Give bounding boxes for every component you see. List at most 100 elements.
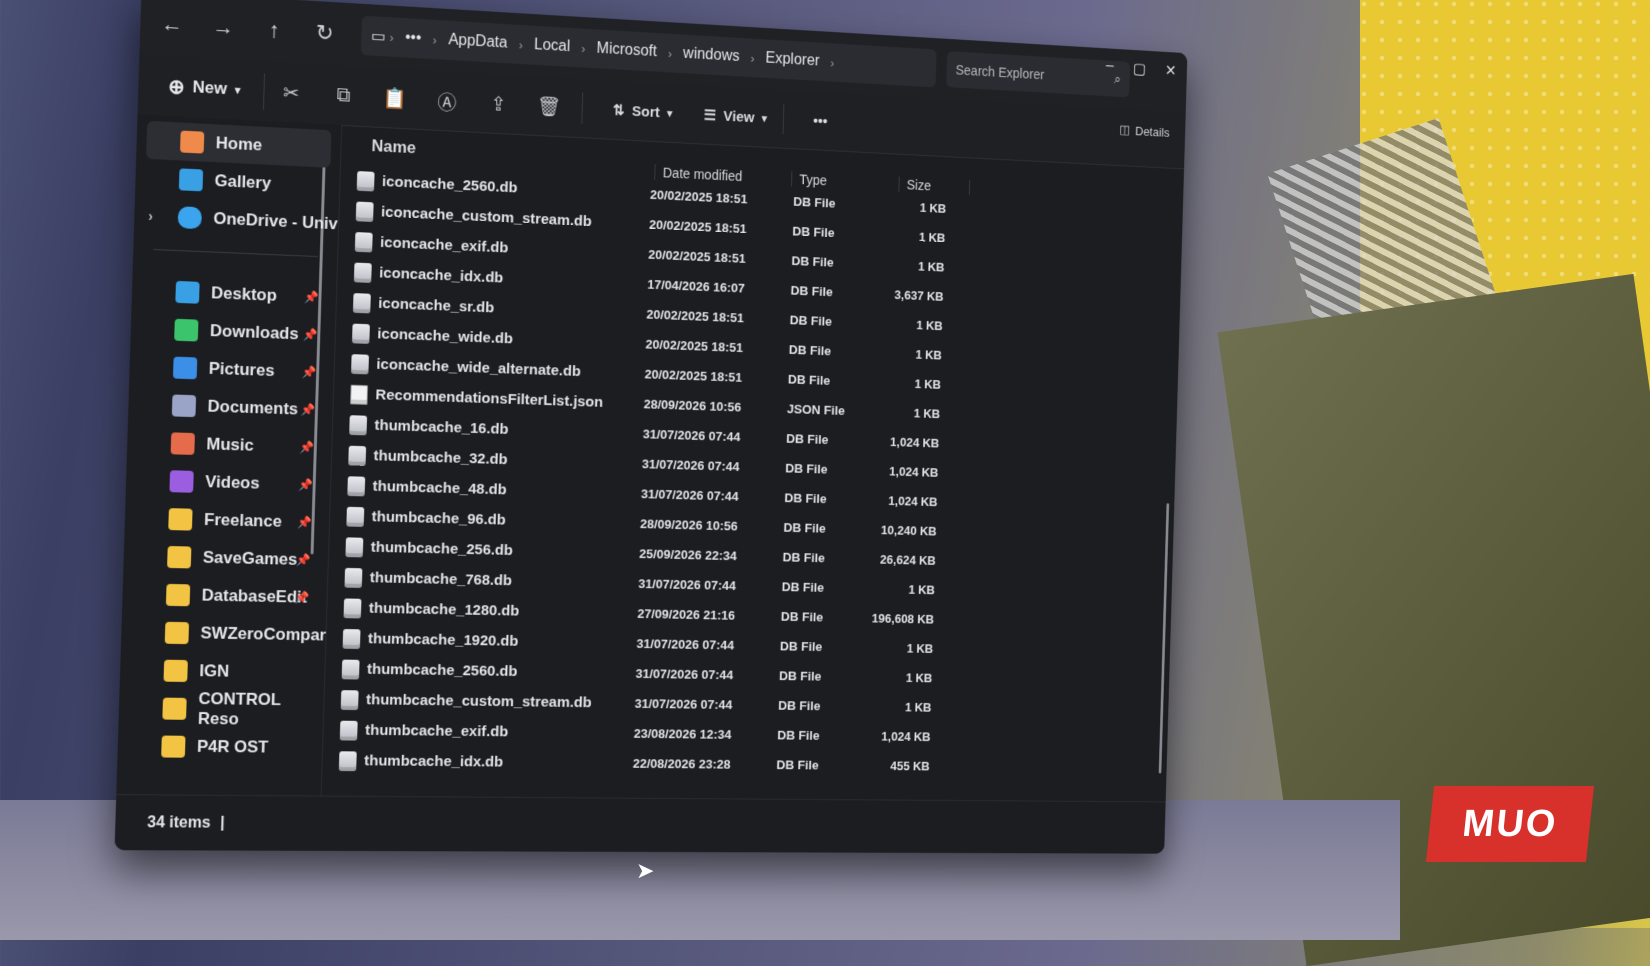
file-name: RecommendationsFilterList.json: [375, 385, 604, 411]
file-size: 455 KB: [890, 758, 930, 774]
database-file-icon: [352, 292, 371, 313]
pin-icon[interactable]: 📌: [297, 515, 312, 529]
pin-icon[interactable]: 📌: [299, 440, 314, 454]
sort-icon: ⇅: [612, 102, 625, 120]
chevron-right-icon: ›: [432, 32, 438, 47]
sidebar-item-documents[interactable]: Documents 📌: [128, 385, 333, 429]
details-pane-button[interactable]: ◫ Details: [1119, 122, 1170, 140]
text-cursor: |: [220, 814, 225, 832]
sidebar-item-swzerocompar[interactable]: SWZeroCompar: [121, 613, 326, 654]
sidebar-item-ign[interactable]: IGN: [120, 651, 325, 692]
breadcrumb-appdata[interactable]: AppData: [448, 32, 508, 53]
file-size: 1 KB: [908, 582, 936, 598]
sort-label: Sort: [631, 102, 661, 121]
cut-icon[interactable]: ✂: [264, 79, 317, 107]
plus-circle-icon: ⊕: [167, 75, 186, 99]
search-placeholder: Search Explorer: [955, 62, 1045, 83]
chevron-right-icon[interactable]: ›: [148, 208, 153, 224]
share-icon[interactable]: ⇪: [472, 90, 524, 117]
sidebar-item-videos[interactable]: Videos 📌: [126, 461, 331, 504]
file-name: thumbcache_256.db: [370, 538, 514, 559]
pin-icon[interactable]: 📌: [303, 328, 318, 342]
sidebar-item-databaseedit[interactable]: DatabaseEdit 📌: [122, 575, 327, 617]
maximize-icon[interactable]: ▢: [1133, 59, 1147, 78]
library-folder-icon: [170, 432, 195, 455]
sidebar-item-label: CONTROL Reso: [197, 689, 281, 729]
file-type: DB File: [783, 520, 826, 536]
new-label: New: [192, 77, 228, 99]
chevron-right-icon: ›: [389, 29, 394, 45]
home-icon: [179, 130, 205, 154]
file-date-modified: 31/07/2026 07:44: [636, 636, 735, 653]
search-box[interactable]: Search Explorer ⌕: [946, 51, 1131, 98]
sidebar-item-label: P4R OST: [196, 736, 269, 757]
pin-icon[interactable]: 📌: [300, 403, 315, 417]
file-date-modified: 22/08/2026 23:28: [632, 756, 731, 772]
new-button[interactable]: ⊕ New ▾: [157, 67, 266, 110]
sidebar-item-p4r-ost[interactable]: P4R OST: [117, 727, 322, 767]
refresh-icon[interactable]: ↻: [305, 12, 345, 54]
more-options-button[interactable]: •••: [804, 112, 837, 130]
file-date-modified: 31/07/2026 07:44: [634, 696, 733, 712]
pin-icon[interactable]: 📌: [298, 478, 313, 492]
file-type: DB File: [779, 638, 823, 654]
window-controls: – ▢ ✕: [1106, 58, 1177, 81]
forward-arrow-icon[interactable]: →: [203, 6, 243, 48]
file-name-cell: thumbcache_idx.db: [323, 750, 624, 773]
sidebar-item-onedrive[interactable]: › OneDrive - Univ: [134, 196, 339, 243]
file-date-modified: 25/09/2026 22:34: [639, 546, 738, 564]
status-bar: 34 items |: [114, 794, 1188, 854]
pin-icon[interactable]: 📌: [295, 591, 310, 605]
minimize-icon[interactable]: –: [1106, 58, 1114, 77]
library-folder-icon: [174, 318, 199, 342]
file-name-cell: thumbcache_2560.db: [326, 659, 626, 683]
sidebar-item-label: Pictures: [208, 358, 275, 381]
file-name: thumbcache_96.db: [371, 507, 506, 529]
file-size: 1 KB: [916, 317, 943, 334]
sidebar-item-music[interactable]: Music 📌: [127, 423, 332, 467]
pin-icon[interactable]: 📌: [301, 365, 316, 379]
up-arrow-icon[interactable]: ↑: [254, 9, 294, 51]
file-name-cell: thumbcache_1280.db: [328, 597, 628, 623]
file-type: DB File: [792, 223, 835, 241]
database-file-icon: [354, 231, 373, 252]
pin-icon[interactable]: 📌: [296, 553, 311, 567]
sidebar-item-control-reso[interactable]: CONTROL Reso: [118, 689, 323, 729]
file-date-modified: 31/07/2026 07:44: [638, 576, 737, 593]
sidebar-item-label: Videos: [204, 472, 260, 493]
muo-logo: MUO: [1426, 786, 1594, 862]
file-name: thumbcache_32.db: [373, 446, 508, 468]
file-size: 1 KB: [904, 699, 932, 715]
folder-icon: [164, 621, 190, 645]
sidebar-item-label: OneDrive - Univ: [213, 208, 339, 234]
file-size: 1,024 KB: [889, 434, 940, 451]
file-name: iconcache_sr.db: [378, 294, 495, 316]
file-date-modified: 20/02/2025 18:51: [648, 217, 747, 237]
file-name: thumbcache_768.db: [369, 568, 513, 589]
sort-button[interactable]: ⇅ Sort ▾: [603, 101, 682, 123]
sidebar-item-savegames[interactable]: SaveGames 📌: [123, 537, 328, 579]
breadcrumb-windows[interactable]: windows: [683, 45, 740, 66]
file-date-modified: 31/07/2026 07:44: [641, 456, 740, 474]
breadcrumb-local[interactable]: Local: [534, 37, 570, 57]
toolbar-divider: [782, 103, 785, 135]
file-list-pane: Name Date modified Type Size iconcache_2…: [323, 125, 1185, 801]
sidebar-item-freelance[interactable]: Freelance 📌: [124, 499, 329, 542]
file-name: iconcache_wide_alternate.db: [376, 355, 581, 380]
paste-icon[interactable]: 📋: [369, 85, 422, 112]
address-ellipsis[interactable]: •••: [405, 29, 422, 48]
delete-icon[interactable]: 🗑: [523, 93, 574, 120]
rename-icon[interactable]: Ⓐ: [421, 85, 473, 116]
folder-icon: [165, 583, 191, 607]
sidebar-item-label: IGN: [199, 661, 230, 681]
close-icon[interactable]: ✕: [1165, 61, 1177, 80]
view-button[interactable]: ☰ View ▾: [694, 106, 776, 128]
copy-icon[interactable]: ⧉: [317, 83, 370, 108]
file-date-modified: 23/08/2026 12:34: [633, 726, 732, 742]
back-arrow-icon[interactable]: ←: [152, 3, 193, 45]
pin-icon[interactable]: 📌: [304, 290, 319, 304]
breadcrumb-microsoft[interactable]: Microsoft: [596, 40, 657, 61]
breadcrumb-explorer[interactable]: Explorer: [765, 50, 820, 70]
sidebar-item-label: Downloads: [209, 321, 299, 344]
json-file-icon: [350, 384, 369, 405]
